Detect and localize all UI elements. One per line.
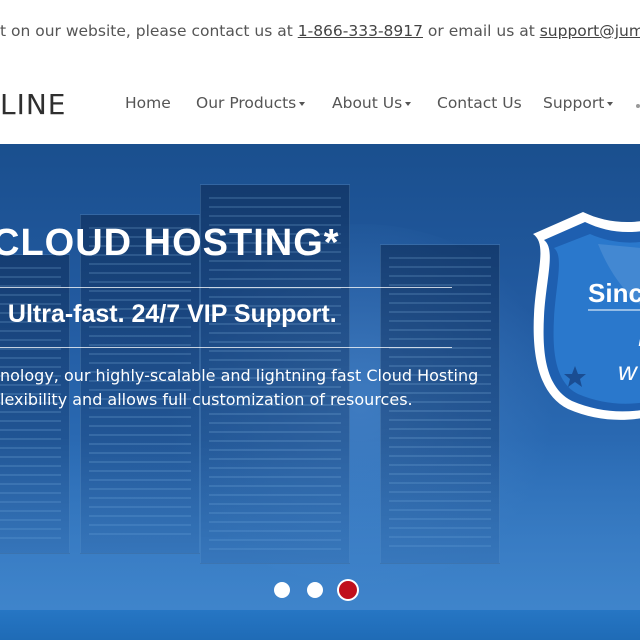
contact-prefix: t on our website, please contact us at (0, 22, 298, 40)
contact-middle: or email us at (423, 22, 540, 40)
badge-line1: Sinc (588, 278, 640, 308)
nav-about-us-label: About Us (332, 94, 403, 112)
divider-line (0, 347, 452, 348)
carousel-dot-1[interactable] (274, 582, 290, 598)
nav-our-products[interactable]: Our Products (196, 94, 306, 112)
chevron-down-icon (607, 101, 614, 106)
contact-text: t on our website, please contact us at 1… (0, 22, 640, 40)
chevron-down-icon (299, 101, 306, 106)
main-nav: Home Our Products About Us Contact Us Su… (0, 94, 640, 118)
nav-home[interactable]: Home (125, 94, 171, 112)
carousel-dot-3[interactable] (341, 583, 355, 597)
nav-home-label: Home (125, 94, 171, 112)
hero-title: CLOUD HOSTING* (0, 222, 340, 264)
top-contact-bar: t on our website, please contact us at 1… (0, 0, 640, 64)
carousel-dot-2[interactable] (307, 582, 323, 598)
nav-support[interactable]: Support (543, 94, 614, 112)
section-strip (0, 610, 640, 640)
nav-about-us[interactable]: About Us (332, 94, 412, 112)
nav-contact-us-label: Contact Us (437, 94, 522, 112)
nav-our-products-label: Our Products (196, 94, 297, 112)
nav-contact-us[interactable]: Contact Us (437, 94, 522, 112)
badge-line3: w (618, 356, 639, 386)
hero-description: nology, our highly-scalable and lightnin… (0, 364, 479, 412)
nav-support-label: Support (543, 94, 605, 112)
hero-subtitle: . Ultra-fast. 24/7 VIP Support. (0, 300, 337, 328)
email-link[interactable]: support@jumpline.com (540, 22, 640, 40)
phone-link[interactable]: 1-866-333-8917 (298, 22, 423, 40)
hero-description-line: nology, our highly-scalable and lightnin… (0, 366, 479, 385)
shield-badge-icon: Sinc N w / (533, 212, 640, 420)
nav-overflow-fragment (636, 104, 640, 108)
hero-description-line: lexibility and allows full customization… (0, 390, 413, 409)
site-header: LINE Home Our Products About Us Contact … (0, 64, 640, 144)
carousel-indicators (0, 579, 640, 603)
chevron-down-icon (405, 101, 412, 106)
hero-banner: CLOUD HOSTING* . Ultra-fast. 24/7 VIP Su… (0, 144, 640, 610)
divider-line (0, 287, 452, 288)
